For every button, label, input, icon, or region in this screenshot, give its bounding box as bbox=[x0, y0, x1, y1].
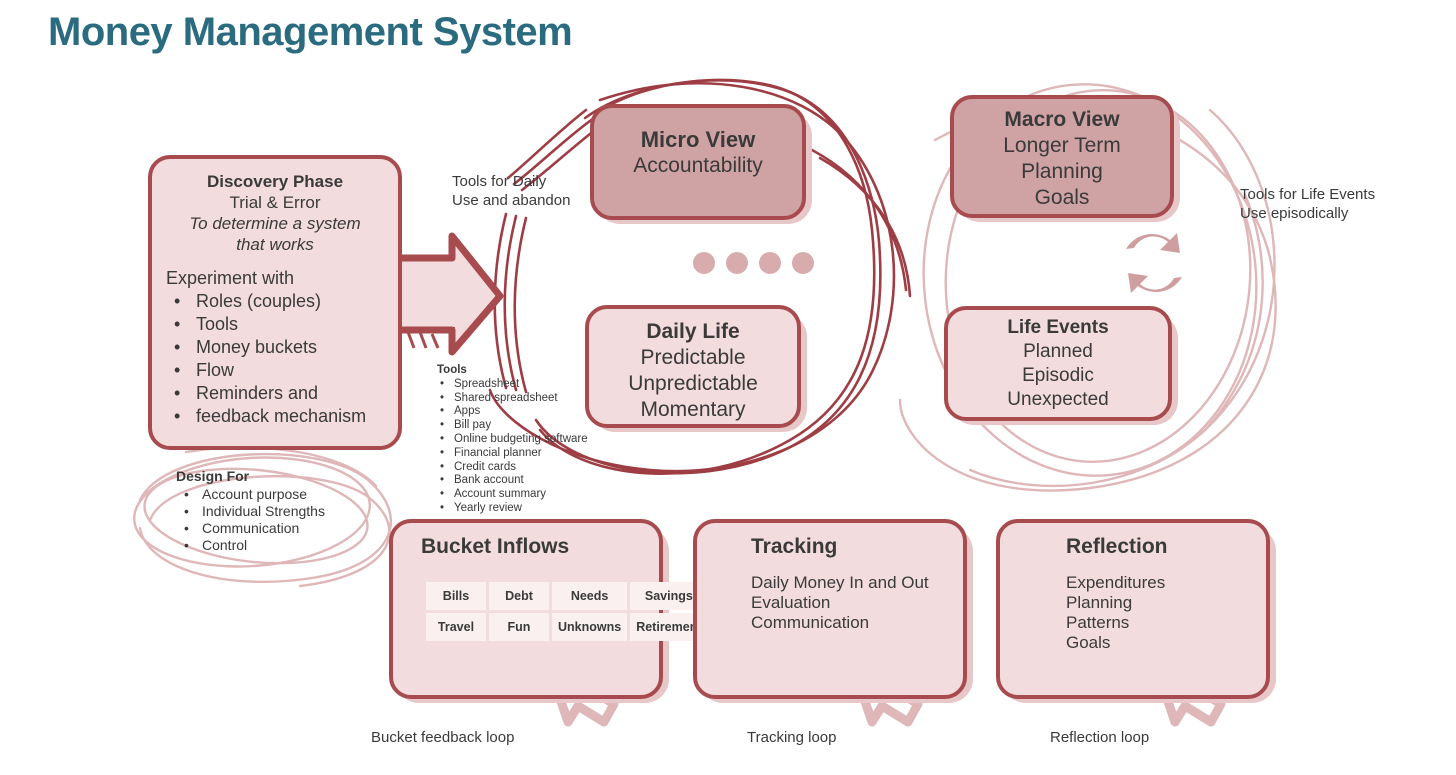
list-item: Flow bbox=[166, 359, 384, 382]
bucket-cell: Fun bbox=[489, 613, 549, 641]
reflection-box: Reflection Expenditures Planning Pattern… bbox=[996, 519, 1270, 699]
daily-life-heading: Daily Life bbox=[646, 320, 740, 343]
life-events-line: Planned bbox=[1023, 341, 1093, 362]
list-item: Yearly review bbox=[437, 502, 627, 516]
bucket-inflows-box: Bucket Inflows Bills Debt Needs Savings … bbox=[389, 519, 708, 699]
macro-view-line: Goals bbox=[1034, 186, 1090, 209]
discovery-italic-1: To determine a system bbox=[189, 214, 361, 233]
list-item: Credit cards bbox=[437, 461, 627, 475]
tracking-loop-label: Tracking loop bbox=[747, 729, 837, 746]
discovery-experiment-label: Experiment with bbox=[166, 268, 295, 288]
table-row: Bills Debt Needs Savings bbox=[426, 582, 708, 610]
life-events-heading: Life Events bbox=[1007, 317, 1109, 338]
tracking-heading: Tracking bbox=[751, 535, 838, 558]
discovery-phase-box: Discovery Phase Trial & Error To determi… bbox=[148, 155, 402, 450]
block-arrow-right-icon bbox=[388, 232, 504, 356]
page-title: Money Management System bbox=[48, 10, 573, 54]
discovery-heading: Discovery Phase bbox=[206, 172, 344, 191]
list-item: Reminders and bbox=[166, 382, 384, 405]
daily-tools-line1: Tools for Daily bbox=[452, 173, 547, 190]
list-item: Tools bbox=[166, 313, 384, 336]
four-dots-separator bbox=[693, 252, 814, 274]
life-tools-line2: Use episodically bbox=[1240, 205, 1349, 222]
life-tools-line1: Tools for Life Events bbox=[1240, 186, 1376, 203]
reflection-line: Patterns bbox=[1066, 613, 1130, 632]
discovery-heading-block: Discovery Phase Trial & Error To determi… bbox=[166, 171, 384, 255]
list-item: Financial planner bbox=[437, 447, 627, 461]
reflection-line: Expenditures bbox=[1066, 573, 1166, 592]
list-item: Control bbox=[176, 537, 396, 554]
reflection-loop-label: Reflection loop bbox=[1050, 729, 1150, 746]
bucket-cell: Travel bbox=[426, 613, 486, 641]
discovery-subtitle: Trial & Error bbox=[229, 193, 321, 212]
macro-view-box: Macro View Longer Term Planning Goals bbox=[950, 95, 1174, 218]
reflection-body: Expenditures Planning Patterns Goals bbox=[1066, 573, 1252, 653]
reflection-line: Goals bbox=[1066, 633, 1111, 652]
daily-life-line: Momentary bbox=[640, 398, 746, 421]
daily-tools-label: Tools for Daily Use and abandon bbox=[452, 172, 570, 210]
list-item: Money buckets bbox=[166, 336, 384, 359]
bucket-cell: Bills bbox=[426, 582, 486, 610]
design-for-block: Design For Account purpose Individual St… bbox=[176, 468, 396, 554]
life-events-box: Life Events Planned Episodic Unexpected bbox=[944, 306, 1172, 421]
macro-view-line: Longer Term bbox=[1003, 134, 1121, 157]
micro-view-line: Accountability bbox=[633, 154, 763, 177]
list-item: Roles (couples) bbox=[166, 290, 384, 313]
reflection-line: Planning bbox=[1066, 593, 1133, 612]
bucket-cell: Needs bbox=[552, 582, 628, 610]
dot bbox=[792, 252, 814, 274]
list-item: Online budgeting software bbox=[437, 433, 627, 447]
bucket-cell: Debt bbox=[489, 582, 549, 610]
reflection-heading: Reflection bbox=[1066, 535, 1168, 558]
life-events-line: Unexpected bbox=[1007, 389, 1109, 410]
daily-life-box: Daily Life Predictable Unpredictable Mom… bbox=[585, 305, 801, 428]
discovery-item-list: Roles (couples) Tools Money buckets Flow… bbox=[166, 290, 384, 428]
table-row: Travel Fun Unknowns Retirement bbox=[426, 613, 708, 641]
bucket-loop-label: Bucket feedback loop bbox=[371, 729, 515, 746]
list-item: Account purpose bbox=[176, 486, 396, 503]
tracking-line: Daily Money In and Out bbox=[751, 573, 929, 592]
micro-view-heading: Micro View bbox=[640, 127, 756, 152]
life-events-line: Episodic bbox=[1022, 365, 1094, 386]
tracking-body: Daily Money In and Out Evaluation Commun… bbox=[751, 573, 949, 633]
daily-life-line: Predictable bbox=[640, 346, 746, 369]
micro-view-box: Micro View Accountability bbox=[590, 104, 806, 220]
bucket-inflows-heading: Bucket Inflows bbox=[421, 535, 570, 558]
life-tools-label: Tools for Life Events Use episodically bbox=[1240, 185, 1375, 223]
dot bbox=[693, 252, 715, 274]
design-for-heading: Design For bbox=[176, 468, 250, 484]
tracking-line: Evaluation bbox=[751, 593, 831, 612]
bucket-cell: Unknowns bbox=[552, 613, 628, 641]
discovery-italic-2: that works bbox=[236, 235, 314, 254]
tracking-box: Tracking Daily Money In and Out Evaluati… bbox=[693, 519, 967, 699]
list-item: Communication bbox=[176, 520, 396, 537]
list-item: Individual Strengths bbox=[176, 503, 396, 520]
discovery-experiment-block: Experiment with Roles (couples) Tools Mo… bbox=[166, 267, 384, 428]
macro-view-line: Planning bbox=[1021, 160, 1103, 183]
swap-cycle-icon bbox=[1126, 233, 1182, 293]
daily-tools-line2: Use and abandon bbox=[452, 192, 571, 209]
daily-life-line: Unpredictable bbox=[628, 372, 758, 395]
list-item: Account summary bbox=[437, 488, 627, 502]
list-item-cont: feedback mechanism bbox=[166, 405, 384, 428]
dot bbox=[726, 252, 748, 274]
bucket-table: Bills Debt Needs Savings Travel Fun Unkn… bbox=[423, 579, 711, 644]
design-for-list: Account purpose Individual Strengths Com… bbox=[176, 486, 396, 554]
tracking-line: Communication bbox=[751, 613, 870, 632]
dot bbox=[759, 252, 781, 274]
list-item: Bank account bbox=[437, 474, 627, 488]
macro-view-heading: Macro View bbox=[1004, 108, 1120, 131]
